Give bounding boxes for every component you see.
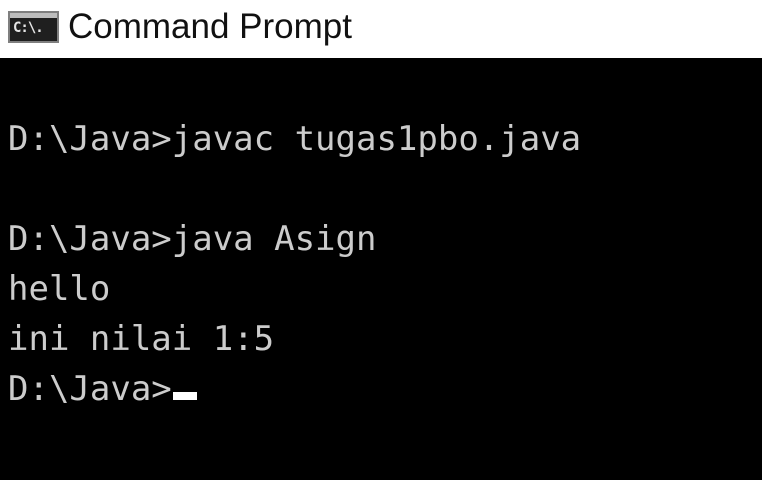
cmd-app-icon[interactable]: C:\.	[8, 11, 59, 43]
console-line: ini nilai 1:5	[8, 319, 275, 359]
window-title: Command Prompt	[68, 7, 352, 46]
console-line: D:\Java>javac tugas1pbo.java	[8, 119, 582, 159]
command-prompt-window: C:\. Command Prompt D:\Java>javac tugas1…	[0, 0, 762, 480]
prompt-text: D:\Java>	[8, 369, 172, 409]
console-area[interactable]: D:\Java>javac tugas1pbo.java D:\Java>jav…	[0, 58, 762, 480]
console-line: D:\Java>java Asign	[8, 219, 377, 259]
prompt-line[interactable]: D:\Java>	[8, 364, 581, 414]
text-cursor	[172, 392, 197, 400]
console-line: hello	[8, 269, 111, 309]
cmd-icon-glyph: C:\.	[13, 20, 44, 36]
console-output: D:\Java>javac tugas1pbo.java D:\Java>jav…	[8, 114, 581, 414]
title-bar[interactable]: C:\. Command Prompt	[0, 0, 762, 58]
